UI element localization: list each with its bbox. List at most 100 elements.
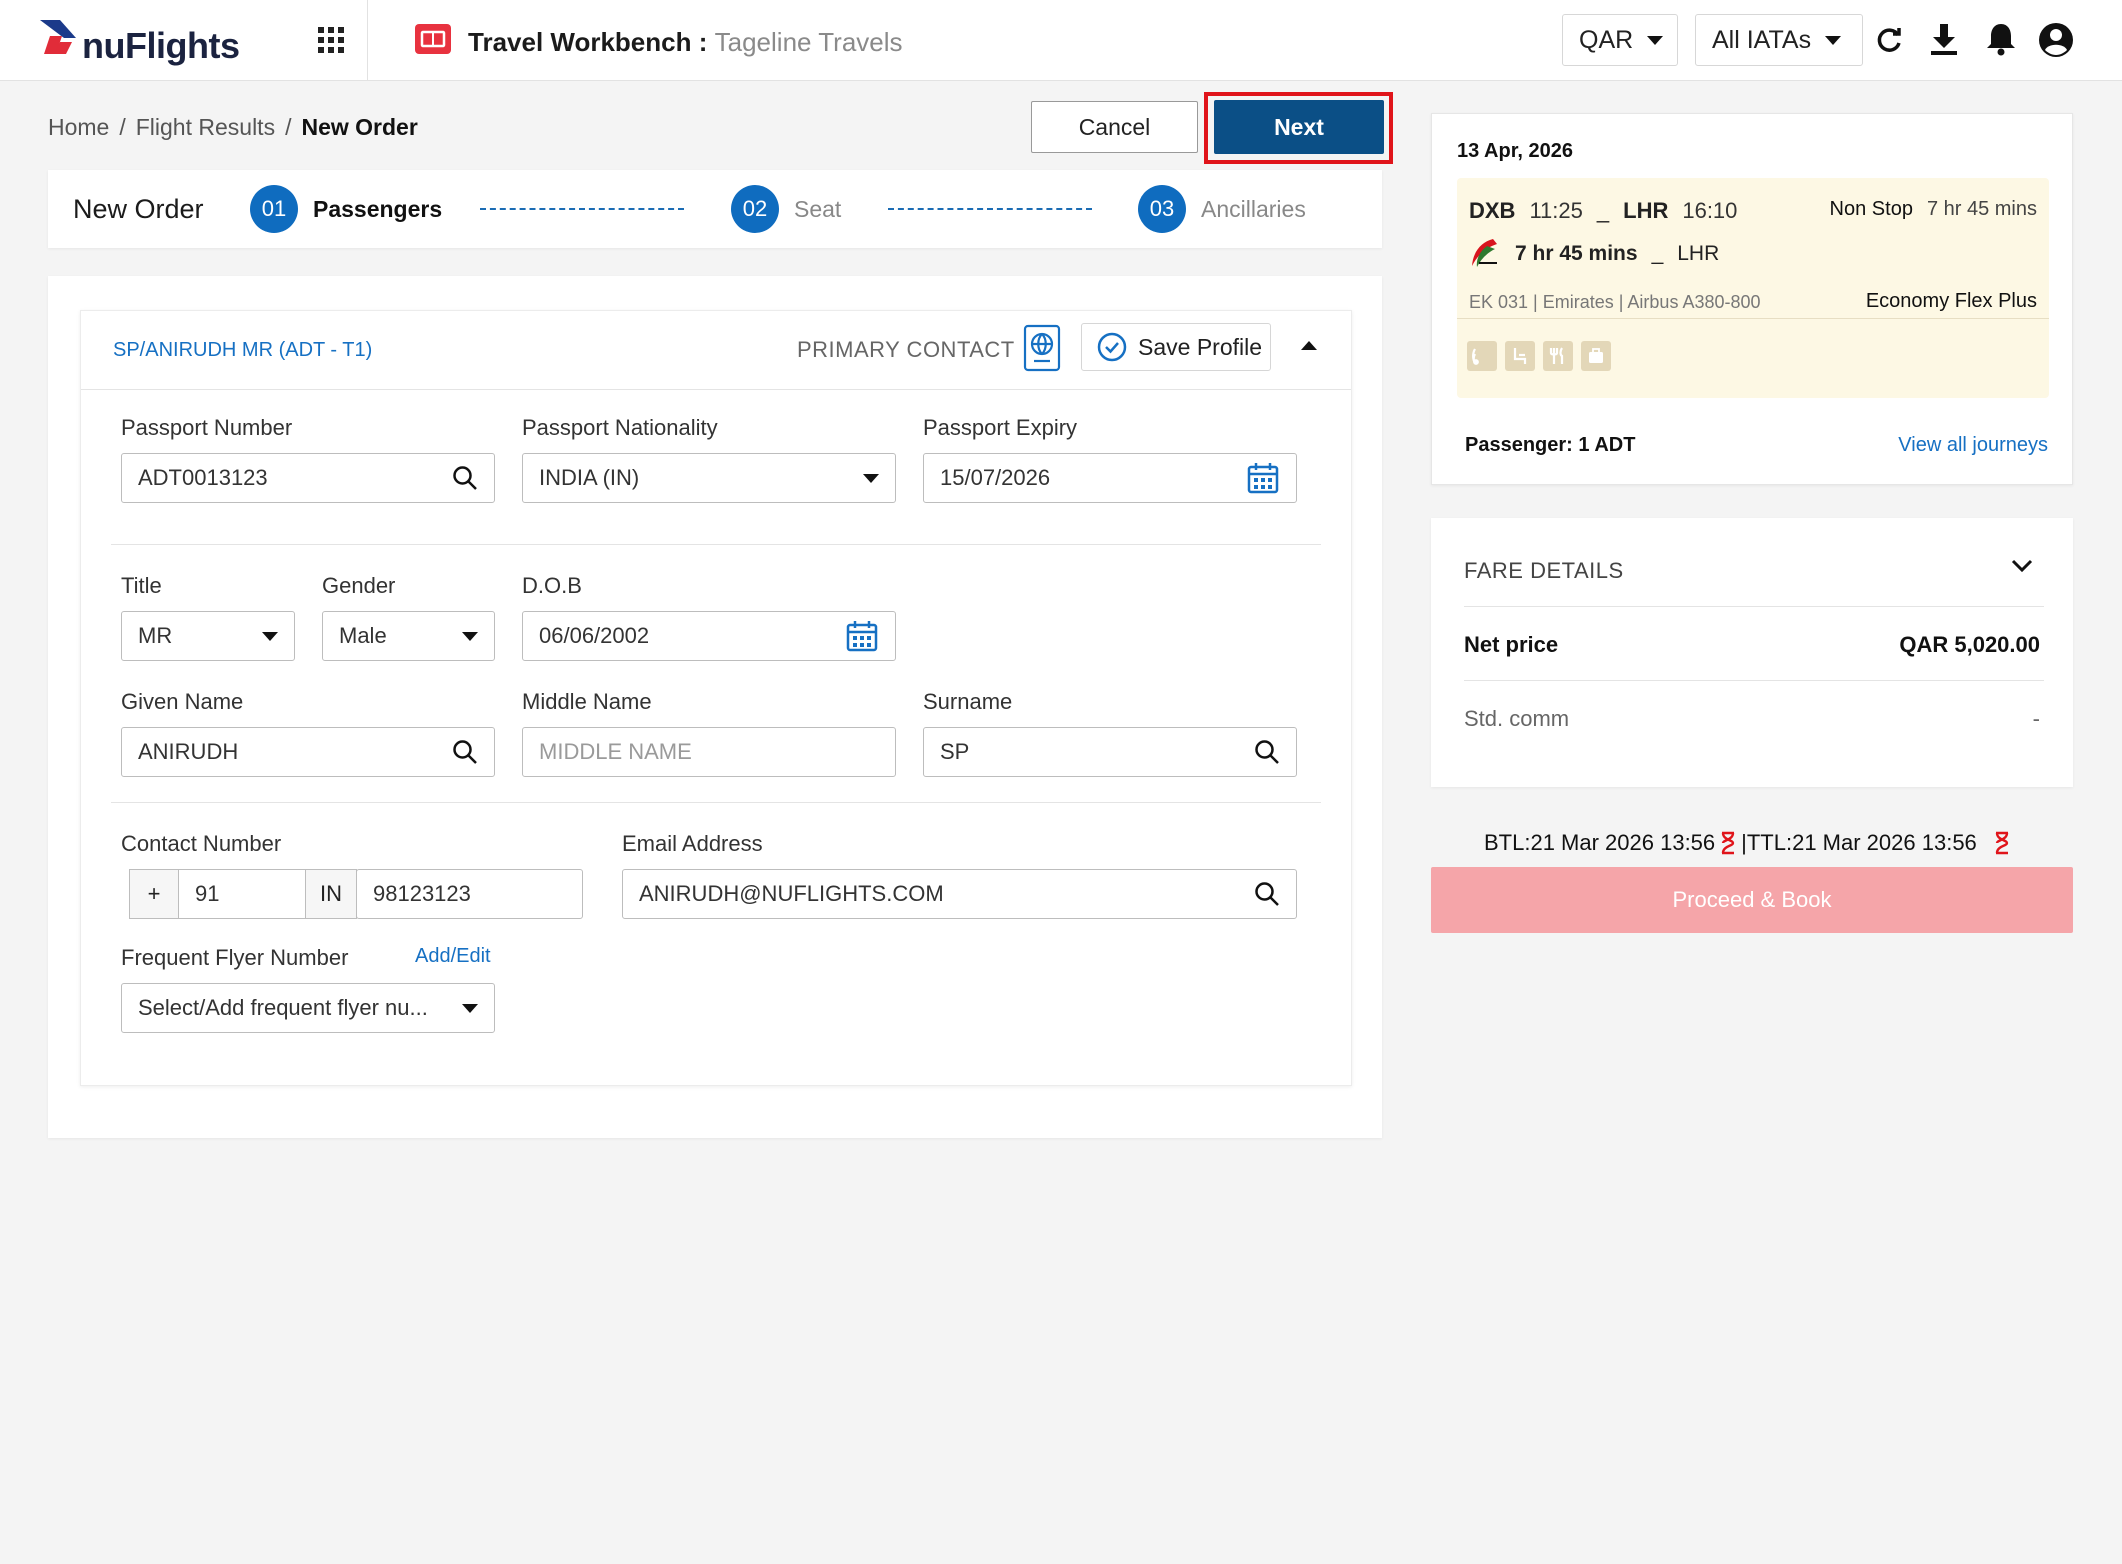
middle-name-input[interactable]: MIDDLE NAME [522,727,896,777]
caret-down-icon [262,631,278,641]
next-button[interactable]: Next [1214,100,1384,154]
caret-down-icon [1647,35,1664,45]
user-account-icon[interactable] [2038,22,2074,58]
stepper-title: New Order [73,194,204,224]
email-label: Email Address [622,831,763,856]
breadcrumb: Home / Flight Results / New Order [48,114,418,141]
caret-down-icon [462,631,478,641]
frequent-flyer-placeholder: Select/Add frequent flyer nu... [138,995,428,1020]
title-value: MR [138,623,173,648]
phone-plus-addon: + [129,869,179,919]
gender-select[interactable]: Male [322,611,495,661]
order-stepper: New Order 01 Passengers 02 Seat 03 Ancil… [48,170,1382,248]
proceed-and-book-button[interactable]: Proceed & Book [1431,867,2073,933]
route-dash: _ [1596,198,1610,223]
step-3-number[interactable]: 03 [1138,185,1186,233]
gender-value: Male [339,623,387,648]
middle-name-label: Middle Name [522,689,652,714]
itinerary-summary-card: 13 Apr, 2026 DXB 11:25 _ LHR 16:10 Non S… [1431,113,2073,485]
middle-name-placeholder: MIDDLE NAME [539,739,692,764]
chevron-down-icon[interactable] [2011,558,2033,574]
save-profile-label: Save Profile [1138,333,1263,360]
cancel-button[interactable]: Cancel [1031,101,1198,153]
passenger-name-heading[interactable]: SP/ANIRUDH MR (ADT - T1) [113,339,372,362]
arrival-time: 16:10 [1682,198,1738,223]
breadcrumb-separator: / [285,114,292,140]
passenger-count: Passenger: 1 ADT [1465,434,1636,456]
given-name-label: Given Name [121,689,244,714]
seat-icon [1505,341,1535,371]
save-profile-button[interactable]: Save Profile [1081,323,1271,371]
wifi-icon [1467,341,1497,371]
origin-code: DXB [1469,198,1516,223]
passport-scan-icon[interactable] [1021,323,1063,373]
phone-country-code-input[interactable]: 91 [178,869,306,919]
gender-label: Gender [322,573,396,598]
phone-number-input[interactable]: 98123123 [356,869,583,919]
refresh-icon[interactable] [1873,24,1905,56]
given-name-value: ANIRUDH [138,739,239,764]
section-divider [111,544,1321,545]
meal-icon [1543,341,1573,371]
nationality-select[interactable]: INDIA (IN) [522,453,896,503]
email-input[interactable]: ANIRUDH@NUFLIGHTS.COM [622,869,1297,919]
card-header-divider [81,389,1351,390]
frequent-flyer-add-edit-link[interactable]: Add/Edit [415,945,491,968]
segment-divider [1457,318,2049,319]
currency-dropdown[interactable]: QAR [1562,14,1678,66]
segment-duration-row: 7 hr 45 mins _ LHR [1515,242,1719,266]
app-title: Travel Workbench : Tageline Travels [468,27,903,58]
std-commission-label: Std. comm [1464,706,1570,731]
view-all-journeys-link[interactable]: View all journeys [1898,434,2048,457]
collapse-caret-up-icon[interactable] [1301,341,1317,350]
step-1-number[interactable]: 01 [250,185,298,233]
title-select[interactable]: MR [121,611,295,661]
frequent-flyer-select[interactable]: Select/Add frequent flyer nu... [121,983,495,1033]
search-icon[interactable] [452,739,478,765]
download-icon[interactable] [1928,22,1960,56]
hourglass-icon [1993,831,2011,855]
iata-dropdown[interactable]: All IATAs [1695,14,1863,66]
breadcrumb-results-link[interactable]: Flight Results [136,114,275,141]
frequent-flyer-label: Frequent Flyer Number [121,945,349,970]
journey-date: 13 Apr, 2026 [1457,140,1574,162]
breadcrumb-separator: / [119,114,126,140]
stops-label: Non Stop [1829,198,1913,220]
passport-expiry-label: Passport Expiry [923,415,1078,440]
step-2-number[interactable]: 02 [731,185,779,233]
given-name-input[interactable]: ANIRUDH [121,727,495,777]
destination-code: LHR [1623,198,1669,223]
fare-divider [1464,680,2044,681]
agency-name: Tageline Travels [714,27,903,57]
section-divider [111,802,1321,803]
surname-input[interactable]: SP [923,727,1297,777]
check-circle-icon [1096,331,1128,363]
step-1-label[interactable]: Passengers [313,196,442,223]
dob-input[interactable]: 06/06/2002 [522,611,896,661]
step-2-label[interactable]: Seat [794,196,841,223]
step-connector [888,208,1092,210]
phone-country-code-value: 91 [195,881,220,906]
fare-divider [1464,606,2044,607]
brand-logo-icon[interactable] [36,14,82,60]
notification-bell-icon[interactable] [1986,22,2016,56]
booking-time-limit: BTL:21 Mar 2026 13:56 [1484,830,1716,855]
passport-number-input[interactable]: ADT0013123 [121,453,495,503]
emirates-airline-logo-icon [1467,236,1501,270]
step-3-label[interactable]: Ancillaries [1201,196,1306,223]
search-icon[interactable] [452,465,478,491]
apps-grid-icon[interactable] [316,25,346,55]
search-icon[interactable] [1254,881,1280,907]
brand-logo-text: nuFlights [82,25,240,66]
title-label: Title [121,573,162,598]
total-duration: 7 hr 45 mins [1926,198,2037,220]
flight-segment-box[interactable]: DXB 11:25 _ LHR 16:10 Non Stop 7 hr 45 m… [1457,178,2049,398]
calendar-icon[interactable] [1246,461,1280,495]
fare-details-title: FARE DETAILS [1464,558,1624,583]
workbench-ticket-icon [414,22,452,56]
breadcrumb-home-link[interactable]: Home [48,114,109,141]
passport-expiry-input[interactable]: 15/07/2026 [923,453,1297,503]
search-icon[interactable] [1254,739,1280,765]
calendar-icon[interactable] [845,619,879,653]
segment-dash: _ [1651,242,1664,265]
